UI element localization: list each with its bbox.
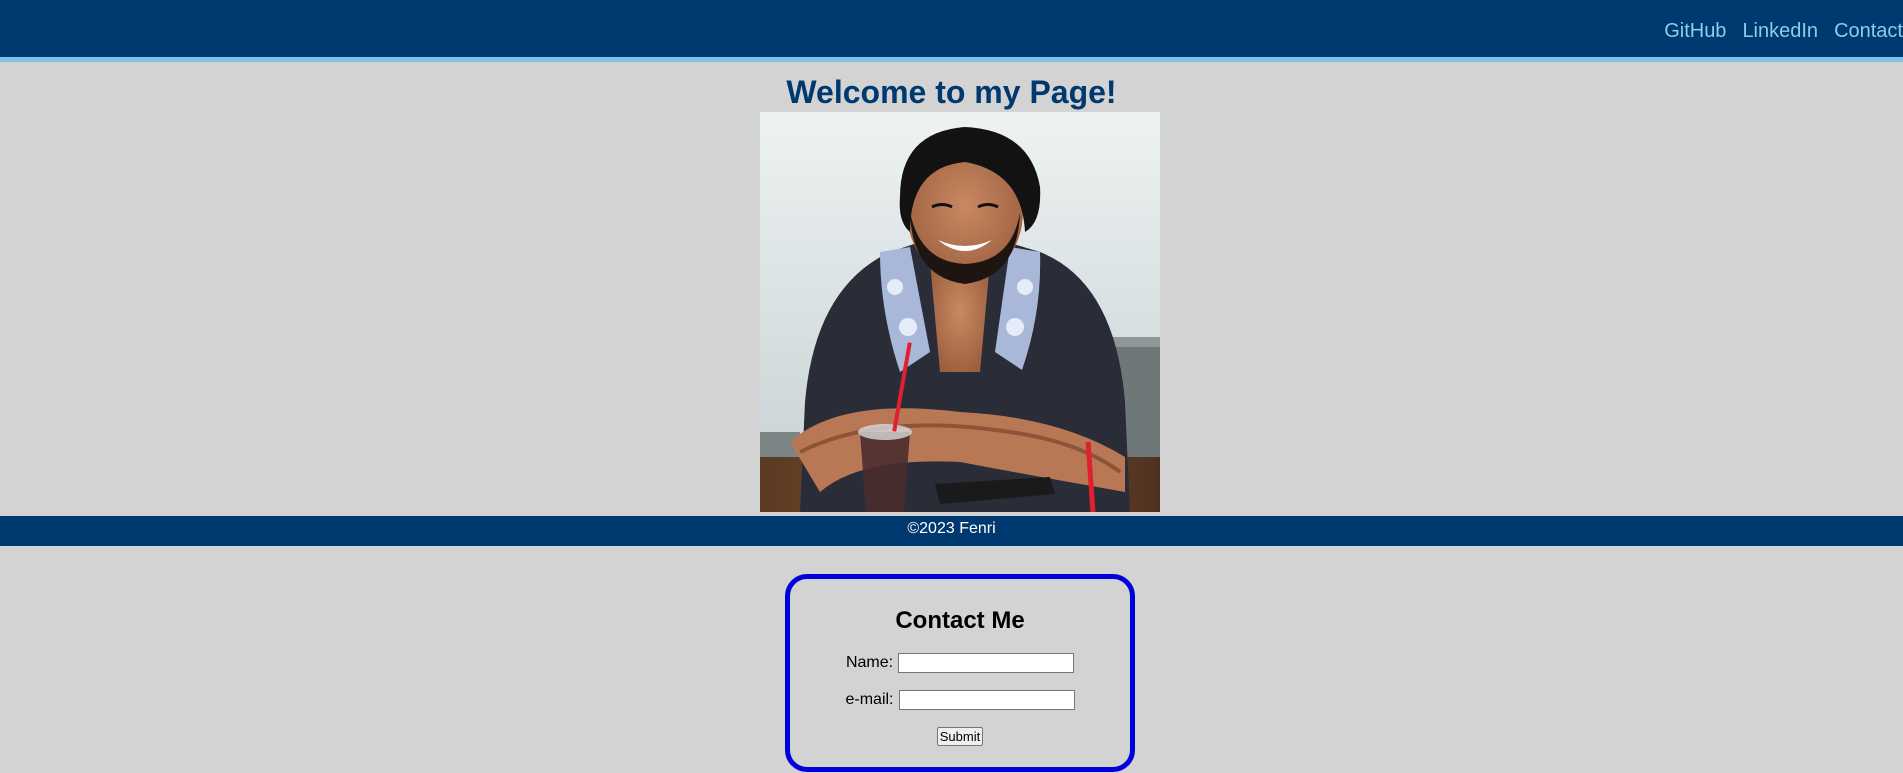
- submit-button[interactable]: Submit: [936, 727, 984, 746]
- nav-links: GitHub LinkedIn Contact: [1664, 20, 1903, 42]
- nav-link-linkedin[interactable]: LinkedIn: [1742, 20, 1818, 42]
- contact-form: Contact Me Name: e-mail: Submit: [785, 574, 1135, 772]
- name-label: Name:: [845, 654, 894, 671]
- submit-row: Submit: [790, 727, 1130, 746]
- footer: ©2023 Fenri: [0, 516, 1903, 546]
- email-input[interactable]: [898, 690, 1075, 710]
- name-input[interactable]: [898, 653, 1075, 673]
- page-title: Welcome to my Page!: [786, 74, 1117, 110]
- nav-link-contact[interactable]: Contact: [1834, 20, 1903, 42]
- profile-photo: [760, 112, 1160, 512]
- email-label: e-mail:: [845, 691, 894, 708]
- email-row: e-mail:: [790, 690, 1130, 710]
- footer-copyright: ©2023 Fenri: [907, 520, 996, 537]
- nav-link-github[interactable]: GitHub: [1664, 20, 1726, 42]
- top-navbar: GitHub LinkedIn Contact: [0, 0, 1903, 62]
- contact-heading: Contact Me: [895, 607, 1025, 634]
- name-row: Name:: [790, 653, 1130, 673]
